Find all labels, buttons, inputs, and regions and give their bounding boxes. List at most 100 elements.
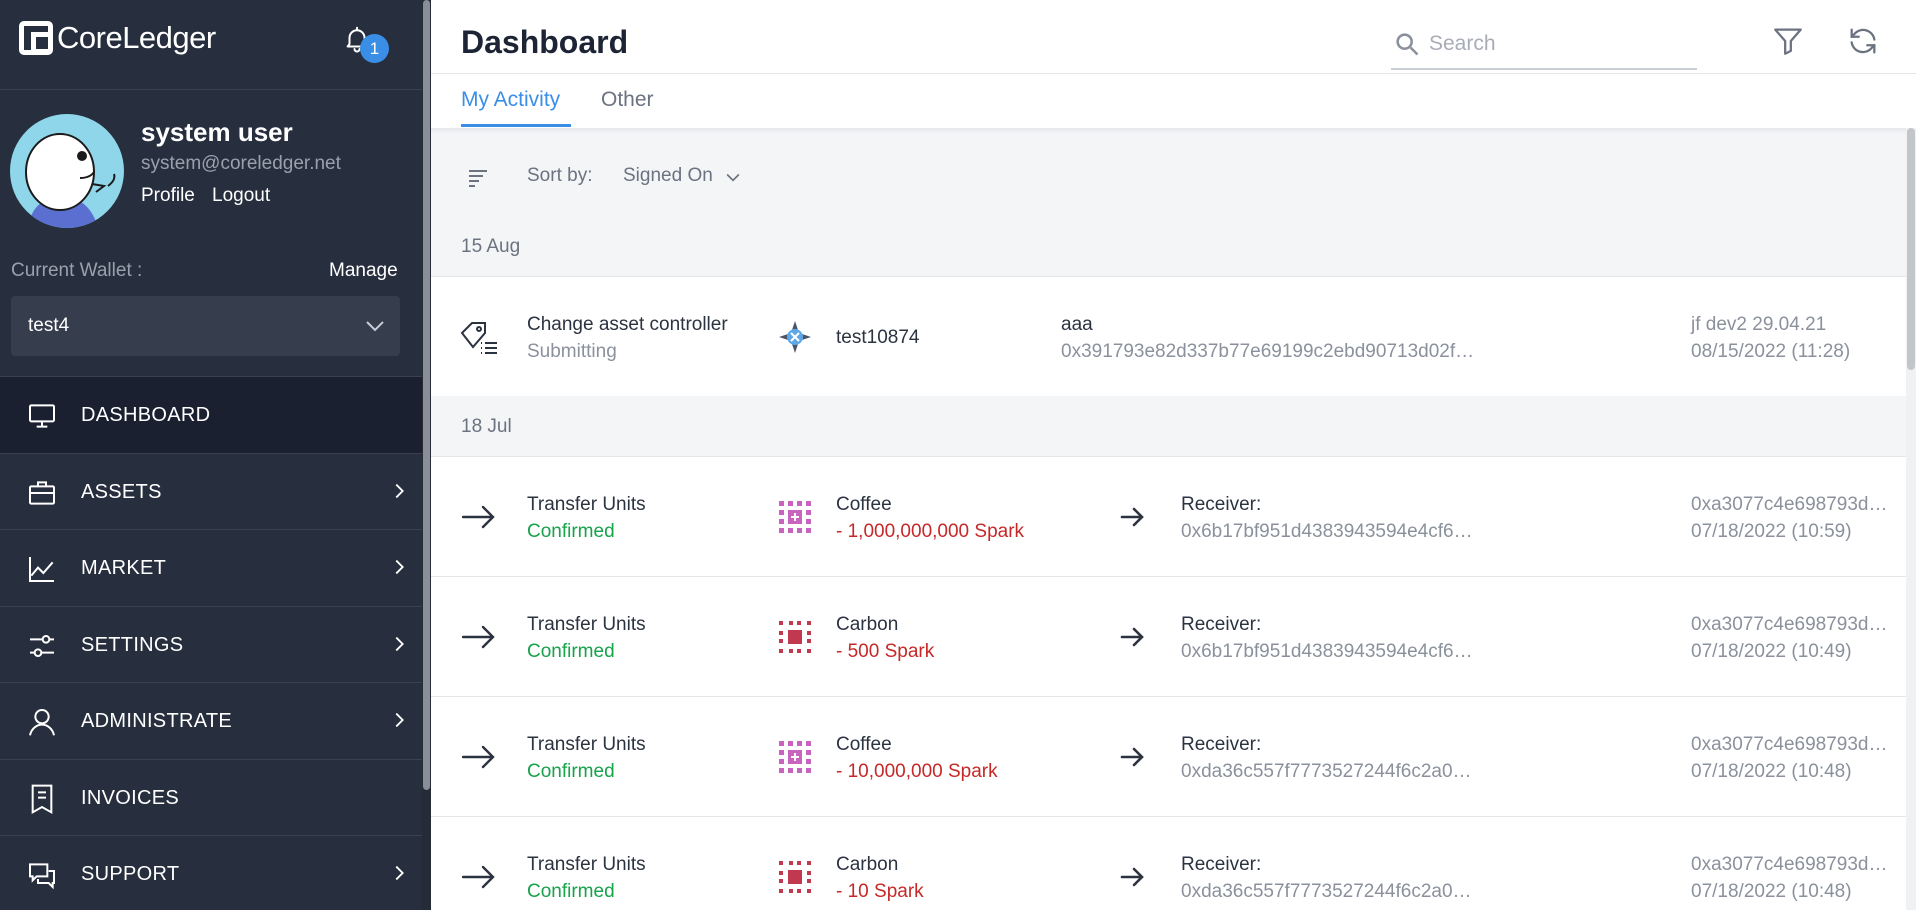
activity-row[interactable]: Transfer Units Confirmed Coffee - 10,000… (431, 696, 1906, 816)
main-panel: Dashboard My Activity Other Sort by: Sig… (431, 0, 1916, 910)
search-box[interactable] (1391, 22, 1697, 70)
tab-my-activity[interactable]: My Activity (461, 88, 560, 112)
receiver-label: Receiver: (1181, 614, 1262, 635)
profile-link[interactable]: Profile (141, 185, 195, 207)
transfer-amount: - 1,000,000,000 Spark (836, 521, 1025, 542)
main-scrollbar[interactable] (1906, 128, 1916, 910)
brand-logo[interactable]: CoreLedger (19, 20, 216, 56)
transfer-amount: - 10,000,000 Spark (836, 761, 998, 782)
status-badge: Confirmed (527, 521, 615, 542)
sidebar-item-settings[interactable]: SETTINGS (0, 605, 422, 683)
arrow-right-icon (461, 625, 495, 649)
timestamp: 07/18/2022 (10:59) (1691, 521, 1852, 542)
activity-title: Transfer Units (527, 854, 646, 875)
arrow-right-icon (1120, 747, 1144, 767)
scrollbar-thumb[interactable] (1907, 128, 1915, 370)
sidebar-item-administrate[interactable]: ADMINISTRATE (0, 682, 422, 759)
asset-compass-icon (779, 321, 811, 353)
avatar (10, 114, 124, 228)
sidebar-item-dashboard[interactable]: DASHBOARD (0, 376, 422, 453)
arrow-right-icon (461, 745, 495, 769)
activity-title: Change asset controller (527, 314, 728, 335)
signer-address: 0xa3077c4e698793d… (1691, 854, 1888, 875)
notification-count-badge[interactable]: 1 (360, 34, 389, 63)
sidebar-nav: DASHBOARD ASSETS MARKET SETTINGS ADMINIS… (0, 376, 422, 910)
carbon-asset-icon (779, 861, 811, 893)
status-badge: Confirmed (527, 761, 615, 782)
chevron-down-icon[interactable] (723, 167, 743, 187)
chevron-down-icon (366, 321, 384, 332)
chevron-right-icon (395, 559, 404, 575)
sidebar-item-label: INVOICES (81, 786, 179, 809)
manage-wallet-link[interactable]: Manage (329, 260, 398, 282)
timestamp: 07/18/2022 (10:48) (1691, 881, 1852, 902)
divider (0, 89, 422, 90)
sort-icon[interactable] (467, 168, 489, 188)
receiver-address: 0xda36c557f7773527244f6c2a0… (1181, 881, 1472, 902)
user-icon (29, 709, 55, 736)
monitor-icon (29, 404, 55, 428)
timestamp: 08/15/2022 (11:28) (1691, 341, 1851, 362)
search-icon (1396, 33, 1419, 56)
chevron-right-icon (395, 712, 404, 728)
sort-select[interactable]: Signed On (623, 165, 713, 187)
filter-icon[interactable] (1771, 24, 1805, 58)
active-tab-indicator (461, 124, 571, 127)
activity-row[interactable]: Transfer Units Confirmed Coffee - 1,000,… (431, 456, 1906, 576)
refresh-icon[interactable] (1846, 24, 1880, 58)
logout-link[interactable]: Logout (212, 185, 270, 207)
sort-label: Sort by: (527, 165, 593, 186)
receiver-address: 0x6b17bf951d4383943594e4cf6… (1181, 641, 1473, 662)
activity-list: Sort by: Signed On 15 Aug Change asset c… (431, 128, 1906, 910)
sidebar: CoreLedger 1 system user system@coreledg… (0, 0, 422, 910)
page-title: Dashboard (461, 24, 629, 60)
activity-row[interactable]: Transfer Units Confirmed Carbon - 500 Sp… (431, 576, 1906, 696)
activity-title: Transfer Units (527, 734, 646, 755)
coffee-asset-icon (779, 501, 811, 533)
arrow-right-icon (1120, 867, 1144, 887)
chart-line-icon (29, 557, 54, 582)
arrow-right-icon (461, 505, 495, 529)
asset-name: test10874 (836, 327, 920, 348)
sidebar-scrollbar[interactable] (422, 0, 431, 910)
status-badge: Submitting (527, 341, 617, 362)
arrow-right-icon (1120, 507, 1144, 527)
sidebar-item-label: ASSETS (81, 480, 162, 503)
transfer-amount: - 500 Spark (836, 641, 935, 662)
scrollbar-thumb[interactable] (423, 0, 430, 790)
transfer-amount: - 10 Spark (836, 881, 924, 902)
receipt-icon (31, 784, 53, 814)
tab-other[interactable]: Other (601, 88, 654, 112)
activity-row[interactable]: Change asset controller Submitting test1… (431, 276, 1906, 396)
coreledger-logo-icon (19, 21, 53, 55)
user-name: system user (141, 117, 293, 147)
receiver-label: Receiver: (1181, 734, 1262, 755)
chat-support-icon (29, 863, 55, 890)
receiver-label: Receiver: (1181, 854, 1262, 875)
activity-title: Transfer Units (527, 494, 646, 515)
activity-row[interactable]: Transfer Units Confirmed Carbon - 10 Spa… (431, 816, 1906, 910)
asset-name: Carbon (836, 614, 899, 635)
brand-name: CoreLedger (57, 20, 216, 55)
wallet-selected-value: test4 (28, 315, 70, 336)
signer: jf dev2 29.04.21 (1691, 314, 1827, 335)
signer-address: 0xa3077c4e698793d… (1691, 494, 1888, 515)
status-badge: Confirmed (527, 881, 615, 902)
briefcase-icon (29, 480, 55, 505)
activity-title: Transfer Units (527, 614, 646, 635)
sidebar-item-invoices[interactable]: INVOICES (0, 758, 422, 836)
sidebar-item-label: DASHBOARD (81, 404, 211, 426)
arrow-right-icon (461, 865, 495, 889)
user-email: system@coreledger.net (141, 153, 341, 174)
asset-name: Carbon (836, 854, 899, 875)
receiver-address: 0xda36c557f7773527244f6c2a0… (1181, 761, 1472, 782)
sidebar-item-assets[interactable]: ASSETS (0, 452, 422, 530)
search-input[interactable] (1429, 28, 1689, 60)
date-group-header: 15 Aug (461, 236, 521, 257)
sidebar-item-market[interactable]: MARKET (0, 529, 422, 606)
sidebar-item-label: SUPPORT (81, 863, 180, 885)
wallet-select[interactable]: test4 (11, 296, 400, 356)
date-group-header: 18 Jul (461, 416, 512, 437)
receiver-label: Receiver: (1181, 494, 1262, 515)
sidebar-item-support[interactable]: SUPPORT (0, 835, 422, 910)
